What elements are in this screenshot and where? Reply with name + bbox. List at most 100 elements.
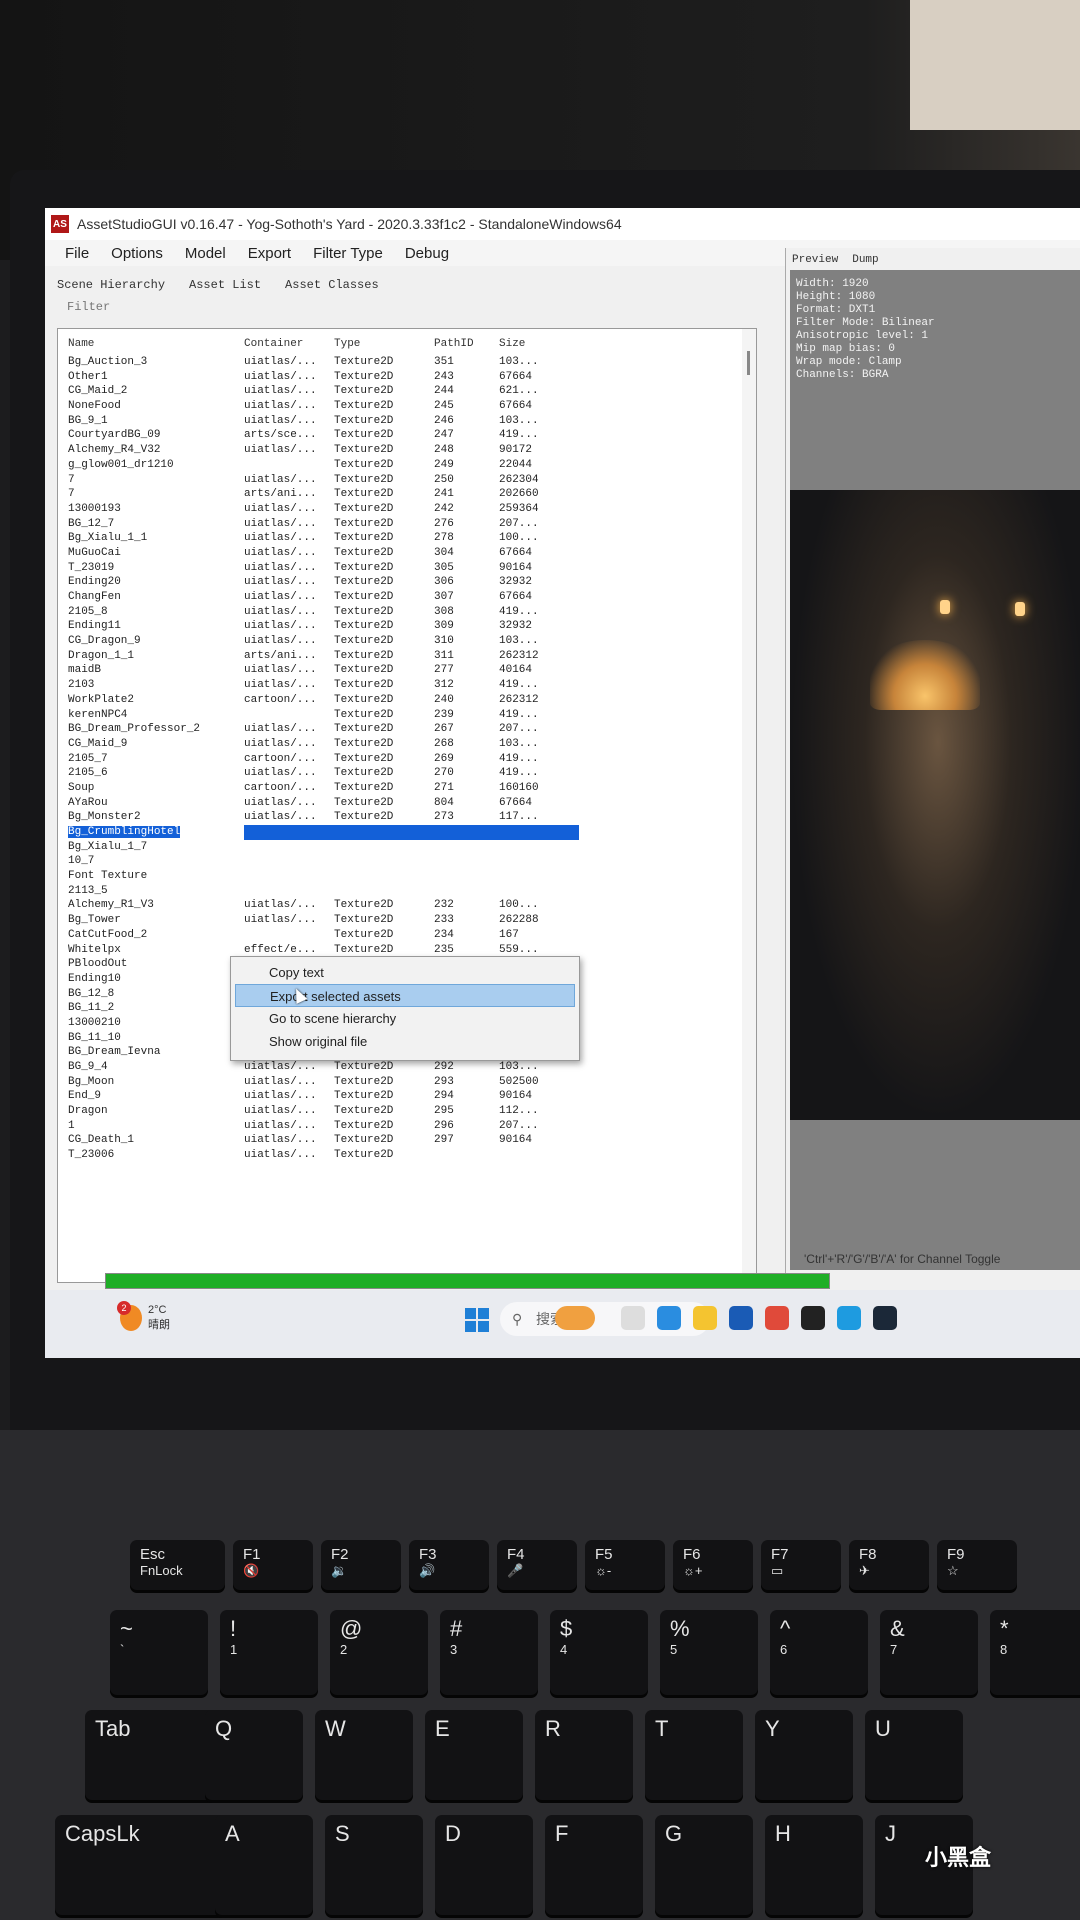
scrollbar[interactable] bbox=[742, 329, 756, 1282]
asset-list[interactable]: Name Container Type PathID Size Bg_Auction_3… bbox=[57, 328, 757, 1283]
key[interactable]: Esc FnLock bbox=[130, 1540, 225, 1590]
menu-model[interactable]: Model bbox=[185, 245, 226, 262]
filter-label[interactable]: Filter bbox=[45, 292, 775, 314]
key[interactable]: F3 🔊 bbox=[409, 1540, 489, 1590]
tab-dump[interactable]: Dump bbox=[852, 254, 878, 266]
context-menu-item[interactable]: Export selected assets bbox=[235, 984, 575, 1007]
table-row[interactable]: WorkPlate2 cartoon/... Texture2D 240 262312 bbox=[58, 693, 756, 708]
table-row[interactable]: Bg_Auction_3 uiatlas/... Texture2D 351 103..… bbox=[58, 355, 756, 370]
steam-icon[interactable] bbox=[873, 1306, 897, 1330]
tab-asset-classes[interactable]: Asset Classes bbox=[285, 278, 379, 292]
key[interactable]: T bbox=[645, 1710, 743, 1800]
key[interactable]: @2 bbox=[330, 1610, 428, 1695]
scrollbar-thumb[interactable] bbox=[747, 351, 750, 375]
key[interactable]: * 8 bbox=[990, 1610, 1080, 1695]
table-row[interactable]: 2105_7 cartoon/... Texture2D 269 419... bbox=[58, 752, 756, 767]
key[interactable]: F9 ☆ bbox=[937, 1540, 1017, 1590]
table-row[interactable]: CG_Dragon_9 uiatlas/... Texture2D 310 103... bbox=[58, 634, 756, 649]
table-row[interactable]: ChangFen uiatlas/... Texture2D 307 67664 bbox=[58, 590, 756, 605]
tab-asset-list[interactable]: Asset List bbox=[189, 278, 261, 292]
edge-dev-icon[interactable] bbox=[657, 1306, 681, 1330]
table-row[interactable]: Ending20 uiatlas/... Texture2D 306 32932 bbox=[58, 575, 756, 590]
table-row[interactable]: Ending11 uiatlas/... Texture2D 309 32932 bbox=[58, 619, 756, 634]
column-header-container[interactable]: Container bbox=[244, 329, 334, 355]
table-row[interactable]: CG_Maid_9 uiatlas/... Texture2D 268 103... bbox=[58, 737, 756, 752]
start-button[interactable] bbox=[465, 1308, 489, 1332]
key[interactable]: F2 🔉 bbox=[321, 1540, 401, 1590]
table-row[interactable]: BG_9_1 uiatlas/... Texture2D 246 103... bbox=[58, 414, 756, 429]
key[interactable]: F6 ☼+ bbox=[673, 1540, 753, 1590]
table-row[interactable]: MuGuoCai uiatlas/... Texture2D 304 67664 bbox=[58, 546, 756, 561]
table-row[interactable]: Bg_Tower uiatlas/... Texture2D 233 262288 bbox=[58, 913, 756, 928]
terminal-icon[interactable] bbox=[621, 1306, 645, 1330]
key[interactable]: S bbox=[325, 1815, 423, 1915]
key[interactable]: F1 🔇 bbox=[233, 1540, 313, 1590]
key[interactable]: % 5 bbox=[660, 1610, 758, 1695]
key[interactable]: F7 ▭ bbox=[761, 1540, 841, 1590]
edge-icon[interactable] bbox=[837, 1306, 861, 1330]
key[interactable]: U bbox=[865, 1710, 963, 1800]
table-row[interactable]: kerenNPC4 Texture2D 239 419... bbox=[58, 708, 756, 723]
column-header-name[interactable]: Name bbox=[58, 329, 244, 355]
table-row[interactable]: 1 uiatlas/... Texture2D 296 207... bbox=[58, 1119, 756, 1134]
column-header-pathid[interactable]: PathID bbox=[434, 329, 499, 355]
chrome-icon[interactable] bbox=[765, 1306, 789, 1330]
table-row[interactable]: AYaRou uiatlas/... Texture2D 804 67664 bbox=[58, 796, 756, 811]
key[interactable]: G bbox=[655, 1815, 753, 1915]
context-menu-item[interactable]: Copy text bbox=[235, 961, 575, 984]
table-row[interactable]: Bg_Monster2 uiatlas/... Texture2D 273 117... bbox=[58, 810, 756, 825]
table-row[interactable]: maidB uiatlas/... Texture2D 277 40164 bbox=[58, 663, 756, 678]
key[interactable]: A bbox=[215, 1815, 313, 1915]
key[interactable]: CapsLk bbox=[55, 1815, 240, 1915]
table-row[interactable]: T_23019 uiatlas/... Texture2D 305 90164 bbox=[58, 561, 756, 576]
key[interactable]: #3 bbox=[440, 1610, 538, 1695]
context-menu-item[interactable]: Go to scene hierarchy bbox=[235, 1007, 575, 1030]
key[interactable]: H bbox=[765, 1815, 863, 1915]
pizza-widget-icon[interactable] bbox=[555, 1306, 595, 1330]
store-icon[interactable] bbox=[729, 1306, 753, 1330]
table-row[interactable]: CourtyardBG_09 arts/sce... Texture2D 247 419… bbox=[58, 428, 756, 443]
table-row[interactable]: g_glow001_dr1210 Texture2D 249 22044 bbox=[58, 458, 756, 473]
key[interactable]: W bbox=[315, 1710, 413, 1800]
key[interactable]: D bbox=[435, 1815, 533, 1915]
table-row[interactable]: 2113_5 bbox=[58, 884, 756, 899]
table-row[interactable]: Bg_Moon uiatlas/... Texture2D 293 502500 bbox=[58, 1075, 756, 1090]
table-row[interactable]: Soup cartoon/... Texture2D 271 160160 bbox=[58, 781, 756, 796]
tab-preview[interactable]: Preview bbox=[792, 254, 838, 266]
table-row[interactable]: 10_7 bbox=[58, 854, 756, 869]
table-row[interactable]: Bg_CrumblingHotel bbox=[58, 825, 756, 840]
key[interactable]: $4 bbox=[550, 1610, 648, 1695]
key[interactable]: E bbox=[425, 1710, 523, 1800]
key[interactable]: ^ 6 bbox=[770, 1610, 868, 1695]
table-row[interactable]: Bg_Xialu_1_7 bbox=[58, 840, 756, 855]
menu-filter-type[interactable]: Filter Type bbox=[313, 245, 383, 262]
table-row[interactable]: BG_12_7 uiatlas/... Texture2D 276 207... bbox=[58, 517, 756, 532]
key[interactable]: F8 ✈ bbox=[849, 1540, 929, 1590]
table-row[interactable]: 2105_6 uiatlas/... Texture2D 270 419... bbox=[58, 766, 756, 781]
table-row[interactable]: Bg_Xialu_1_1 uiatlas/... Texture2D 278 100..… bbox=[58, 531, 756, 546]
table-row[interactable]: 2105_8 uiatlas/... Texture2D 308 419... bbox=[58, 605, 756, 620]
table-row[interactable]: 2103 uiatlas/... Texture2D 312 419... bbox=[58, 678, 756, 693]
table-row[interactable]: Alchemy_R1_V3 uiatlas/... Texture2D 232 100.… bbox=[58, 898, 756, 913]
table-row[interactable]: Dragon_1_1 arts/ani... Texture2D 311 262312 bbox=[58, 649, 756, 664]
context-menu-item[interactable]: Show original file bbox=[235, 1030, 575, 1053]
column-header-size[interactable]: Size bbox=[499, 329, 579, 355]
table-row[interactable]: BG_Dream_Professor_2 uiatlas/... Texture2D… bbox=[58, 722, 756, 737]
key[interactable]: F5 ☼- bbox=[585, 1540, 665, 1590]
menu-file[interactable]: File bbox=[65, 245, 89, 262]
table-row[interactable]: CG_Maid_2 uiatlas/... Texture2D 244 621... bbox=[58, 384, 756, 399]
table-row[interactable]: NoneFood uiatlas/... Texture2D 245 67664 bbox=[58, 399, 756, 414]
table-row[interactable]: CatCutFood_2 Texture2D 234 167 bbox=[58, 928, 756, 943]
table-row[interactable]: Other1 uiatlas/... Texture2D 243 67664 bbox=[58, 370, 756, 385]
menu-debug[interactable]: Debug bbox=[405, 245, 449, 262]
table-row[interactable]: 7 uiatlas/... Texture2D 250 262304 bbox=[58, 473, 756, 488]
table-row[interactable]: CG_Death_1 uiatlas/... Texture2D 297 90164 bbox=[58, 1133, 756, 1148]
app-icon[interactable] bbox=[801, 1306, 825, 1330]
table-row[interactable]: End_9 uiatlas/... Texture2D 294 90164 bbox=[58, 1089, 756, 1104]
column-header-type[interactable]: Type bbox=[334, 329, 434, 355]
key[interactable]: ~ ` bbox=[110, 1610, 208, 1695]
table-row[interactable]: T_23006 uiatlas/... Texture2D bbox=[58, 1148, 756, 1163]
key[interactable]: Q bbox=[205, 1710, 303, 1800]
table-row[interactable]: 7 arts/ani... Texture2D 241 202660 bbox=[58, 487, 756, 502]
file-explorer-icon[interactable] bbox=[693, 1306, 717, 1330]
